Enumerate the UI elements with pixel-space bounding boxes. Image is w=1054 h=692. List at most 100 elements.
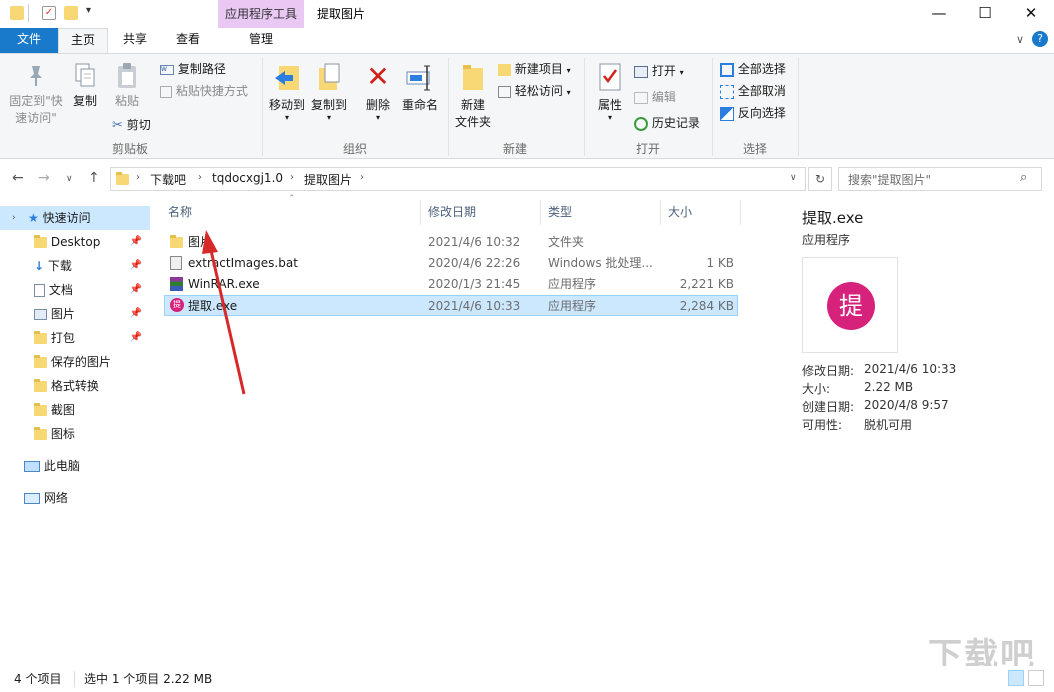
column-header-size[interactable]: 大小 <box>668 200 692 225</box>
refresh-button[interactable]: ↻ <box>808 167 832 191</box>
new-folder-icon <box>460 62 486 92</box>
back-button[interactable]: ← <box>12 170 24 186</box>
new-folder-button[interactable]: 新建 文件夹 <box>452 62 494 130</box>
breadcrumb-separator-icon[interactable]: › <box>360 172 364 183</box>
breadcrumb-item[interactable]: tqdocxgj1.0 <box>212 171 283 185</box>
winrar-icon <box>170 277 183 291</box>
copy-button[interactable]: 复制 <box>68 62 102 109</box>
column-header-type[interactable]: 类型 <box>548 200 572 225</box>
sidebar-item-icons[interactable]: 图标 <box>0 422 150 446</box>
copy-to-dropdown-icon: ▾ <box>308 113 350 122</box>
sidebar-label: 打包 <box>51 331 75 345</box>
file-date: 2021/4/6 10:32 <box>428 232 520 253</box>
sidebar-item-screenshots[interactable]: 截图 <box>0 398 150 422</box>
clipboard-icon <box>115 62 139 88</box>
prop-label: 创建日期: <box>802 398 854 415</box>
invert-selection-button[interactable]: 反向选择 <box>720 104 786 121</box>
recent-dropdown-icon[interactable]: ∨ <box>66 174 73 184</box>
search-placeholder: 搜索"提取图片" <box>848 171 931 188</box>
status-item-count: 4 个项目 <box>14 666 61 692</box>
easy-access-button[interactable]: 轻松访问 ▾ <box>498 82 571 99</box>
paste-label: 粘贴 <box>110 92 144 109</box>
sidebar-item-documents[interactable]: 文档📌 <box>0 278 150 302</box>
copy-path-label: 复制路径 <box>178 62 226 76</box>
close-button[interactable]: ✕ <box>1008 0 1054 28</box>
column-divider[interactable] <box>740 200 741 225</box>
preview-subtitle: 应用程序 <box>802 231 850 248</box>
sidebar-item-this-pc[interactable]: 此电脑 <box>0 454 150 478</box>
sidebar-item-saved-pictures[interactable]: 保存的图片 <box>0 350 150 374</box>
breadcrumb-separator-icon[interactable]: › <box>290 172 294 183</box>
delete-button[interactable]: ✕ 删除 ▾ <box>360 62 396 122</box>
pin-label-line1: 固定到"快 <box>6 92 66 109</box>
download-arrow-icon: ↓ <box>34 259 44 273</box>
network-icon <box>24 493 40 504</box>
up-button[interactable]: ↑ <box>88 170 100 186</box>
paste-shortcut-button[interactable]: 粘贴快捷方式 <box>160 82 248 99</box>
pin-icon <box>24 62 48 88</box>
sidebar-item-desktop[interactable]: Desktop📌 <box>0 230 150 254</box>
expand-chevron-icon[interactable]: › <box>12 206 16 230</box>
help-icon[interactable]: ? <box>1032 31 1048 47</box>
large-icons-view-button[interactable] <box>1028 670 1044 686</box>
select-all-button[interactable]: 全部选择 <box>720 60 786 77</box>
edit-button[interactable]: 编辑 <box>634 88 676 105</box>
column-divider[interactable] <box>420 200 421 225</box>
sidebar-item-pack[interactable]: 打包📌 <box>0 326 150 350</box>
properties-check-icon[interactable]: ✓ <box>42 6 56 20</box>
copy-to-button[interactable]: 复制到 ▾ <box>308 62 350 122</box>
select-none-button[interactable]: 全部取消 <box>720 82 786 99</box>
pin-quick-access-button[interactable]: 固定到"快 速访问" <box>6 62 66 126</box>
tab-home[interactable]: 主页 <box>58 28 108 53</box>
sidebar-item-downloads[interactable]: ↓ 下载📌 <box>0 254 150 278</box>
column-divider[interactable] <box>540 200 541 225</box>
computer-icon <box>24 461 40 472</box>
details-view-button[interactable] <box>1008 670 1024 686</box>
new-item-button[interactable]: 新建项目 ▾ <box>498 60 571 77</box>
paste-button[interactable]: 粘贴 <box>110 62 144 109</box>
maximize-button[interactable]: ☐ <box>962 0 1008 28</box>
open-button[interactable]: 打开 ▾ <box>634 62 684 79</box>
sidebar-item-network[interactable]: 网络 <box>0 486 150 510</box>
tab-share[interactable]: 共享 <box>110 28 160 53</box>
properties-button[interactable]: 属性 ▾ <box>592 62 628 122</box>
new-folder-icon[interactable] <box>64 6 78 20</box>
copy-path-button[interactable]: W 复制路径 <box>160 60 226 77</box>
select-none-icon <box>720 85 734 99</box>
ribbon-collapse-icon[interactable]: ∨ <box>1016 33 1024 46</box>
column-header-name[interactable]: 名称 <box>168 200 192 225</box>
folder-icon <box>34 429 47 440</box>
divider <box>74 671 75 687</box>
history-button[interactable]: 历史记录 <box>634 114 700 131</box>
column-header-date[interactable]: 修改日期 <box>428 200 476 225</box>
tab-file[interactable]: 文件 <box>0 28 58 53</box>
app-logo-icon: 提 <box>827 282 875 330</box>
file-date: 2021/4/6 10:33 <box>428 296 520 317</box>
column-divider[interactable] <box>660 200 661 225</box>
clipboard-group-label: 剪贴板 <box>0 140 260 157</box>
select-group-label: 选择 <box>712 140 798 157</box>
rename-button[interactable]: 重命名 <box>400 62 440 113</box>
batch-file-icon <box>170 256 182 270</box>
breadcrumb-item[interactable]: 提取图片 <box>304 171 352 188</box>
breadcrumb-separator-icon[interactable]: › <box>198 172 202 183</box>
folder-icon <box>34 405 47 416</box>
file-type: 应用程序 <box>548 274 596 295</box>
tab-view[interactable]: 查看 <box>162 28 214 53</box>
select-all-label: 全部选择 <box>738 62 786 76</box>
minimize-button[interactable]: — <box>916 0 962 28</box>
forward-button[interactable]: → <box>38 170 50 186</box>
prop-label: 修改日期: <box>802 362 854 379</box>
move-to-button[interactable]: 移动到 ▾ <box>266 62 308 122</box>
qat-dropdown-icon[interactable]: ▾ <box>86 5 91 16</box>
sidebar-item-format-convert[interactable]: 格式转换 <box>0 374 150 398</box>
preview-thumbnail: 提 <box>802 257 898 353</box>
tab-manage[interactable]: 管理 <box>218 28 304 53</box>
sidebar-item-quick-access[interactable]: › ★ 快速访问 <box>0 206 150 230</box>
address-dropdown-icon[interactable]: ∨ <box>790 173 797 183</box>
cut-button[interactable]: ✂ 剪切 <box>112 116 151 133</box>
sidebar-item-pictures[interactable]: 图片📌 <box>0 302 150 326</box>
folder-icon <box>34 381 47 392</box>
breadcrumb-item[interactable]: 下载吧 <box>150 171 186 188</box>
search-icon[interactable]: ⌕ <box>1020 170 1027 185</box>
